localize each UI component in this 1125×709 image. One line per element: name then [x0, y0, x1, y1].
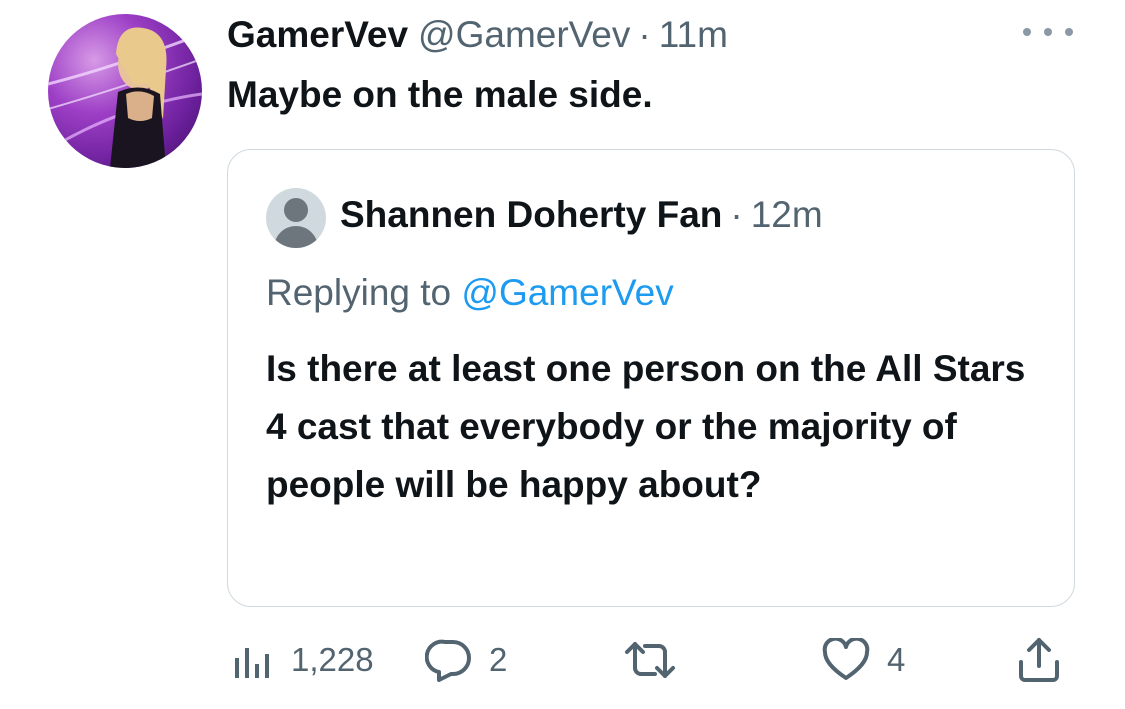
- avatar-image: [48, 27, 202, 168]
- views-icon: [235, 648, 269, 678]
- author-name[interactable]: GamerVev: [227, 14, 408, 56]
- separator-dot: ·: [638, 14, 651, 55]
- replying-to: Replying to @GamerVev: [266, 272, 674, 314]
- quoted-tweet-header: Shannen Doherty Fan · 12m: [340, 194, 823, 236]
- quoted-tweet-text: Is there at least one person on the All …: [266, 348, 1026, 505]
- like-count: 4: [887, 641, 906, 678]
- replying-mention[interactable]: @GamerVev: [461, 272, 673, 313]
- share-button[interactable]: [1017, 630, 1061, 690]
- share-icon: [1019, 638, 1059, 682]
- reply-icon: [425, 639, 471, 682]
- tweet-actions: 1,228 2 4: [227, 630, 1077, 690]
- retweet-button[interactable]: [621, 630, 679, 690]
- author-avatar[interactable]: [48, 14, 202, 168]
- tweet-text: Maybe on the male side.: [227, 74, 653, 115]
- views-button[interactable]: 1,228: [231, 630, 374, 690]
- like-button[interactable]: 4: [821, 630, 905, 690]
- more-icon[interactable]: [1023, 22, 1073, 42]
- quoted-author-name: Shannen Doherty Fan: [340, 194, 723, 235]
- views-count: 1,228: [291, 641, 374, 678]
- replying-prefix: Replying to: [266, 272, 452, 313]
- default-avatar-icon[interactable]: [266, 188, 326, 248]
- reply-count: 2: [489, 641, 508, 678]
- separator-dot: ·: [730, 194, 743, 235]
- retweet-icon: [625, 642, 675, 678]
- tweet-header: GamerVev @GamerVev · 11m: [227, 14, 728, 58]
- reply-button[interactable]: 2: [425, 630, 507, 690]
- quoted-tweet-time: 12m: [750, 194, 823, 235]
- author-handle[interactable]: @GamerVev: [418, 14, 630, 56]
- quoted-tweet-card[interactable]: Shannen Doherty Fan · 12m Replying to @G…: [227, 149, 1075, 607]
- like-icon: [822, 638, 870, 680]
- tweet-time[interactable]: 11m: [659, 14, 728, 56]
